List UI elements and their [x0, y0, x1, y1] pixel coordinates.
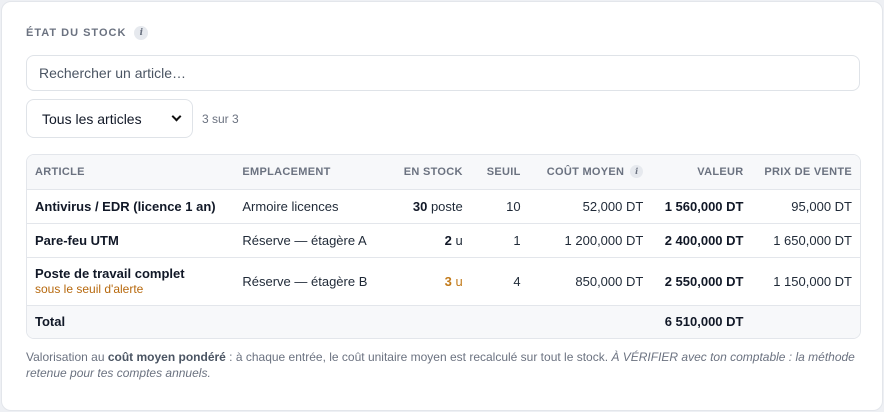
- col-header-article: ARTICLE: [27, 155, 235, 190]
- cell-location: Armoire licences: [234, 189, 376, 224]
- col-header-avg-cost: COÛT MOYEN i: [528, 155, 652, 190]
- low-stock-alert: sous le seuil d'alerte: [35, 282, 144, 296]
- cell-value: 2 550,000 DT: [651, 257, 752, 306]
- panel-title: ÉTAT DU STOCK: [26, 27, 127, 39]
- stock-qty: 3: [444, 273, 452, 289]
- cell-value: 2 400,000 DT: [651, 223, 752, 258]
- cell-in-stock: 3 u: [375, 257, 471, 306]
- cell-threshold: 4: [470, 257, 529, 306]
- col-header-in-stock: EN STOCK: [375, 155, 471, 190]
- result-count: 3 sur 3: [202, 112, 239, 126]
- stock-unit: poste: [430, 198, 463, 214]
- filter-selected-value: Tous les articles: [42, 110, 142, 127]
- cell-location: Réserve — étagère B: [234, 257, 376, 306]
- article-filter-select[interactable]: Tous les articles: [26, 99, 193, 138]
- cell-threshold: 1: [470, 223, 529, 258]
- table-row: Poste de travail complet sous le seuil d…: [27, 257, 860, 306]
- note-prefix: Valorisation au: [26, 350, 108, 364]
- stock-panel: ÉTAT DU STOCK i Tous les articles 3 sur …: [1, 1, 883, 411]
- info-icon[interactable]: i: [134, 26, 149, 40]
- total-value: 6 510,000 DT: [664, 314, 744, 330]
- cell-in-stock: 2 u: [375, 223, 471, 258]
- cell-article: Poste de travail complet sous le seuil d…: [27, 257, 235, 306]
- stock-qty: 30: [412, 198, 428, 214]
- cell-sale-price: 1 150,000 DT: [751, 257, 860, 306]
- table-row: Pare-feu UTM Réserve — étagère A 2 u 1 1…: [27, 223, 860, 258]
- note-bold: coût moyen pondéré: [107, 350, 226, 364]
- note-middle: : à chaque entrée, le coût unitaire moye…: [225, 350, 612, 364]
- col-header-threshold: SEUIL: [470, 155, 529, 190]
- total-label: Total: [35, 314, 66, 330]
- search-input[interactable]: [26, 55, 860, 91]
- cell-avg-cost: 1 200,000 DT: [528, 223, 652, 258]
- stock-table: ARTICLE EMPLACEMENT EN STOCK SEUIL COÛT …: [26, 154, 861, 339]
- col-header-location: EMPLACEMENT: [234, 155, 376, 190]
- stock-unit: u: [455, 232, 463, 248]
- cell-article: Pare-feu UTM: [27, 223, 235, 258]
- cell-sale-price: 95,000 DT: [751, 189, 860, 224]
- table-row: Antivirus / EDR (licence 1 an) Armoire l…: [27, 189, 860, 224]
- cell-threshold: 10: [470, 189, 529, 224]
- col-header-value: VALEUR: [651, 155, 752, 190]
- col-header-avg-cost-label: COÛT MOYEN: [546, 165, 625, 178]
- panel-header: ÉTAT DU STOCK i: [26, 24, 149, 42]
- cell-in-stock: 30 poste: [375, 189, 471, 224]
- col-header-sale-price: PRIX DE VENTE: [751, 155, 860, 190]
- cell-avg-cost: 850,000 DT: [528, 257, 652, 306]
- table-total-row: Total 6 510,000 DT: [27, 305, 860, 338]
- stock-qty: 2: [444, 232, 452, 248]
- cell-location: Réserve — étagère A: [234, 223, 376, 258]
- article-name: Poste de travail complet: [35, 266, 185, 281]
- cell-avg-cost: 52,000 DT: [528, 189, 652, 224]
- cell-article: Antivirus / EDR (licence 1 an): [27, 189, 235, 224]
- table-header-row: ARTICLE EMPLACEMENT EN STOCK SEUIL COÛT …: [27, 155, 860, 190]
- info-icon[interactable]: i: [630, 165, 644, 179]
- valuation-note: Valorisation au coût moyen pondéré : à c…: [26, 349, 866, 381]
- cell-value: 1 560,000 DT: [651, 189, 752, 224]
- stock-unit: u: [455, 273, 463, 289]
- chevron-down-icon: [171, 111, 182, 122]
- cell-sale-price: 1 650,000 DT: [751, 223, 860, 258]
